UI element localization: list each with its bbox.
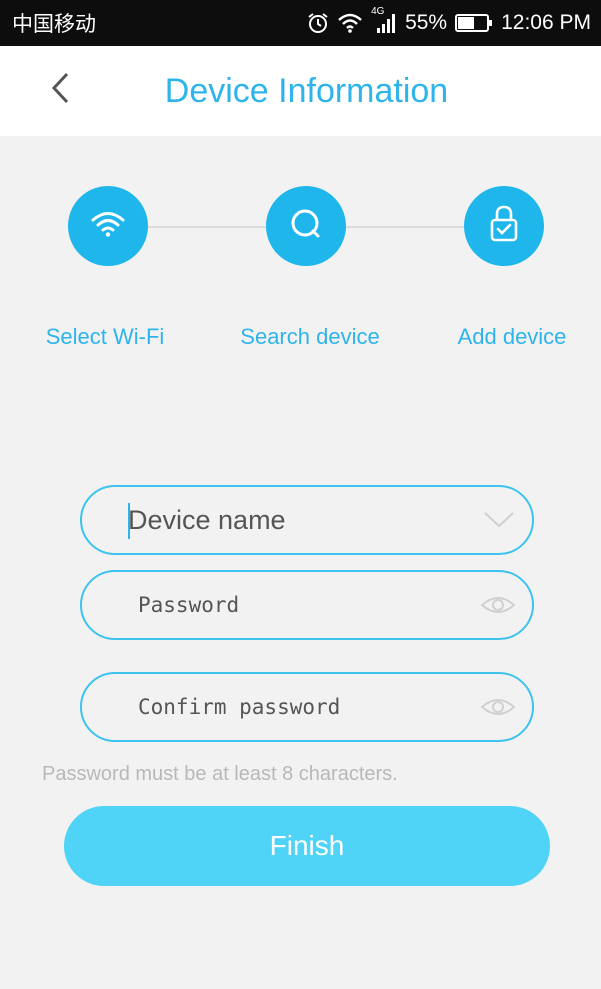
step-connector	[346, 226, 464, 228]
signal-icon: 4G	[371, 6, 397, 34]
step-label-select-wifi: Select Wi-Fi	[45, 324, 165, 349]
battery-icon	[455, 13, 493, 33]
wifi-status-icon	[337, 12, 363, 34]
wifi-icon	[90, 210, 126, 243]
step-search-device	[266, 186, 346, 266]
password-input[interactable]	[82, 572, 532, 638]
step-add-device	[464, 186, 544, 266]
carrier-name: 中国移动	[12, 13, 96, 36]
back-button[interactable]	[40, 70, 80, 110]
battery-percent: 55%	[405, 11, 448, 34]
step-label-search-device: Search device	[240, 324, 380, 349]
status-time: 12:06 PM	[501, 11, 591, 34]
status-bar: 中国移动 4G 55% 12:06 PM	[0, 0, 601, 46]
chevron-down-icon[interactable]	[482, 510, 516, 530]
confirm-password-field	[80, 672, 534, 742]
lock-check-icon	[486, 204, 522, 249]
chevron-left-icon	[49, 71, 71, 110]
network-type: 4G	[371, 6, 385, 17]
password-hint: Password must be at least 8 characters.	[42, 763, 398, 785]
device-name-field	[80, 485, 534, 555]
status-icons: 4G 55% 12:06 PM	[307, 6, 591, 35]
device-name-input[interactable]	[82, 487, 532, 553]
eye-icon[interactable]	[480, 696, 516, 718]
text-cursor	[128, 503, 130, 539]
alarm-icon	[307, 12, 329, 34]
progress-stepper	[0, 186, 601, 266]
search-icon	[286, 204, 326, 249]
eye-icon[interactable]	[480, 594, 516, 616]
step-select-wifi	[68, 186, 148, 266]
finish-button[interactable]: Finish	[64, 806, 550, 886]
step-connector	[148, 226, 266, 228]
page-title: Device Information	[164, 71, 449, 110]
password-field	[80, 570, 534, 640]
step-label-add-device: Add device	[457, 324, 567, 349]
confirm-password-input[interactable]	[82, 674, 532, 740]
app-header: Device Information	[0, 46, 601, 136]
